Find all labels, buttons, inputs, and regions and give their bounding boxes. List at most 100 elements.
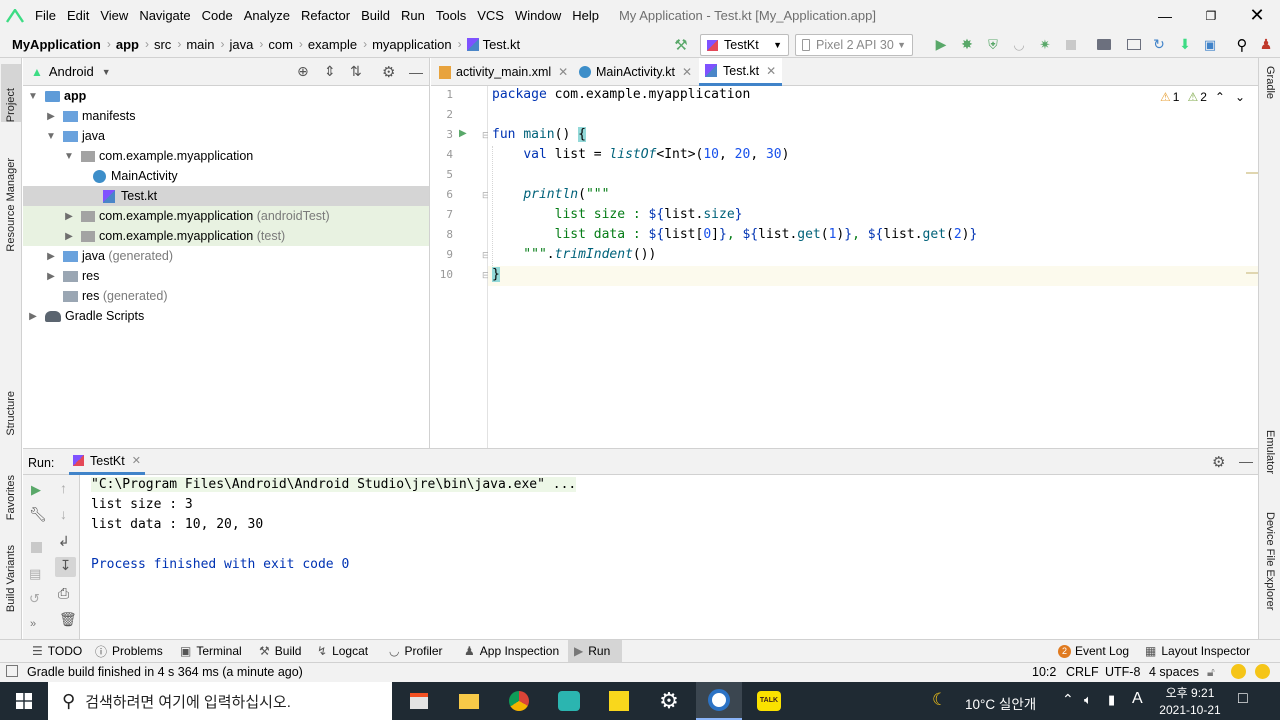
project-structure-button[interactable]	[1094, 34, 1114, 55]
file-encoding[interactable]: UTF-8	[1105, 665, 1140, 679]
chevron-down-icon[interactable]: ▼	[45, 131, 57, 142]
problems-tab[interactable]: ⓘ Problems	[95, 640, 163, 662]
kakaotalk-app-icon[interactable]: TALK	[746, 682, 792, 720]
layout-toggle-icon[interactable]	[6, 665, 18, 677]
tree-item-package-test[interactable]: ▶ com.example.myapplication (test)	[23, 226, 429, 246]
project-tool-tab[interactable]: Project	[1, 64, 21, 122]
breadcrumb-java[interactable]: java	[230, 37, 254, 52]
volume-icon[interactable]: 🔈︎	[1084, 692, 1092, 708]
chevron-right-icon[interactable]: ▶	[63, 231, 75, 242]
debug-button[interactable]: ✸	[957, 34, 977, 55]
status-message[interactable]: Gradle build finished in 4 s 364 ms (a m…	[27, 665, 303, 679]
event-log-tab[interactable]: 2 Event Log	[1058, 640, 1129, 662]
breadcrumb-src[interactable]: src	[154, 37, 171, 52]
breadcrumb-com[interactable]: com	[268, 37, 293, 52]
hide-icon[interactable]: —	[409, 64, 423, 80]
breadcrumb-example[interactable]: example	[308, 37, 357, 52]
close-tab-icon[interactable]: ✕	[766, 64, 776, 78]
more-icon[interactable]: »	[30, 618, 36, 630]
resource-manager-tab[interactable]: Resource Manager	[1, 140, 21, 252]
feedback-icon[interactable]	[1255, 664, 1270, 679]
terminal-tab[interactable]: ▣ Terminal	[180, 640, 242, 662]
collapse-all-icon[interactable]: ⇅	[350, 63, 362, 80]
tab-mainactivity-kt[interactable]: MainActivity.kt ✕	[573, 58, 698, 86]
tree-item-manifests[interactable]: ▶ manifests	[23, 106, 429, 126]
menu-vcs[interactable]: VCS	[472, 8, 510, 23]
ime-indicator[interactable]: A	[1132, 690, 1143, 708]
inspection-widget[interactable]: ⚠ 1 ⚠ 2 ⌃ ⌄	[1160, 90, 1245, 104]
build-variants-tab[interactable]: Build Variants	[1, 542, 21, 612]
menu-code[interactable]: Code	[197, 8, 239, 23]
tree-item-mainactivity[interactable]: MainActivity	[23, 166, 429, 186]
run-button[interactable]: ▶	[931, 34, 951, 55]
device-select[interactable]: Pixel 2 API 30 ▼	[795, 34, 913, 56]
chevron-right-icon[interactable]: ▶	[45, 111, 57, 122]
tree-item-gradle-scripts[interactable]: ▶ Gradle Scripts	[23, 306, 429, 326]
menu-analyze[interactable]: Analyze	[239, 8, 296, 23]
plugins-button[interactable]: ▣	[1200, 34, 1220, 55]
menu-help[interactable]: Help	[567, 8, 605, 23]
sdk-manager-button[interactable]: ⬇	[1175, 34, 1195, 55]
clock[interactable]: 오후 9:21 2021-10-21	[1150, 684, 1230, 717]
breadcrumb-file[interactable]: Test.kt	[483, 37, 521, 52]
logcat-tab[interactable]: ↯ Logcat	[317, 640, 368, 662]
tree-item-res[interactable]: ▶ res	[23, 266, 429, 286]
notification-icon[interactable]: □	[1238, 690, 1248, 708]
sync-gradle-button[interactable]: ↻	[1149, 34, 1169, 55]
view-selector[interactable]: Android	[49, 64, 94, 79]
structure-tab[interactable]: Structure	[1, 374, 21, 436]
chevron-right-icon[interactable]: ▶	[63, 211, 75, 222]
weather-icon[interactable]: ☾	[932, 690, 947, 710]
app-inspection-tab[interactable]: ♟ App Inspection	[464, 640, 559, 662]
gear-icon[interactable]: ⚙	[1212, 453, 1225, 471]
chevron-down-icon[interactable]: ⌄	[1235, 90, 1245, 104]
device-file-explorer-tab[interactable]: Device File Explorer	[1260, 512, 1280, 632]
tab-activity-main-xml[interactable]: activity_main.xml ✕	[433, 58, 574, 86]
hide-icon[interactable]: —	[1239, 453, 1253, 469]
weather-text[interactable]: 10°C 실안개	[965, 693, 1036, 713]
minimize-button[interactable]: —	[1142, 0, 1188, 31]
chevron-right-icon[interactable]: ▶	[45, 251, 57, 262]
run-gutter-icon[interactable]: ▶	[459, 128, 467, 139]
run-tool-tab[interactable]: ▶ Run	[568, 640, 622, 662]
caret-position[interactable]: 10:2	[1032, 665, 1056, 679]
close-tab-icon[interactable]: ✕	[132, 454, 141, 467]
menu-tools[interactable]: Tools	[431, 8, 472, 23]
menu-build[interactable]: Build	[356, 8, 396, 23]
arrow-up-icon[interactable]: ↑	[60, 480, 67, 496]
store-app-icon[interactable]	[396, 682, 442, 720]
tree-item-testkt[interactable]: Test.kt	[23, 186, 429, 206]
stop-icon[interactable]	[31, 542, 42, 553]
menu-refactor[interactable]: Refactor	[296, 8, 356, 23]
run-config-select[interactable]: TestKt ▼	[700, 34, 789, 56]
chevron-down-icon[interactable]: ▼	[63, 151, 75, 162]
taskbar-search[interactable]: ⚲ 검색하려면 여기에 입력하십시오.	[48, 682, 392, 720]
coverage-button[interactable]: ⛨	[983, 34, 1003, 55]
chevron-up-icon[interactable]: ⌃	[1062, 691, 1074, 708]
restore-layout-icon[interactable]: ↺	[29, 591, 40, 607]
close-window-button[interactable]: ✕	[1234, 0, 1280, 31]
menu-file[interactable]: File	[30, 8, 62, 23]
android-studio-app-icon[interactable]	[696, 682, 742, 720]
smiley-icon[interactable]	[1231, 664, 1246, 679]
restore-button[interactable]: ❐	[1188, 0, 1234, 31]
breadcrumb-app[interactable]: app	[116, 37, 139, 52]
breadcrumb-project[interactable]: MyApplication	[12, 37, 101, 52]
menu-run[interactable]: Run	[396, 8, 431, 23]
menu-edit[interactable]: Edit	[62, 8, 95, 23]
wrench-icon[interactable]: 🔧︎	[29, 506, 47, 523]
breadcrumb-myapplication[interactable]: myapplication	[372, 37, 452, 52]
network-icon[interactable]: ▮	[1108, 692, 1115, 708]
close-tab-icon[interactable]: ✕	[682, 65, 692, 79]
menu-window[interactable]: Window	[510, 8, 567, 23]
stop-button[interactable]	[1061, 34, 1081, 55]
print-icon[interactable]: ⎙	[58, 585, 69, 602]
chevron-down-icon[interactable]: ▼	[102, 67, 111, 77]
profiler-tab[interactable]: ◡ Profiler	[389, 640, 443, 662]
kakaostory-app-icon[interactable]	[546, 682, 592, 720]
tree-item-app[interactable]: ▼ app	[23, 86, 429, 106]
gradle-tab[interactable]: Gradle	[1260, 66, 1280, 121]
search-everywhere-button[interactable]: ⚲	[1232, 34, 1252, 55]
sticky-notes-app-icon[interactable]	[596, 682, 642, 720]
locate-icon[interactable]: ⊕	[297, 63, 309, 80]
